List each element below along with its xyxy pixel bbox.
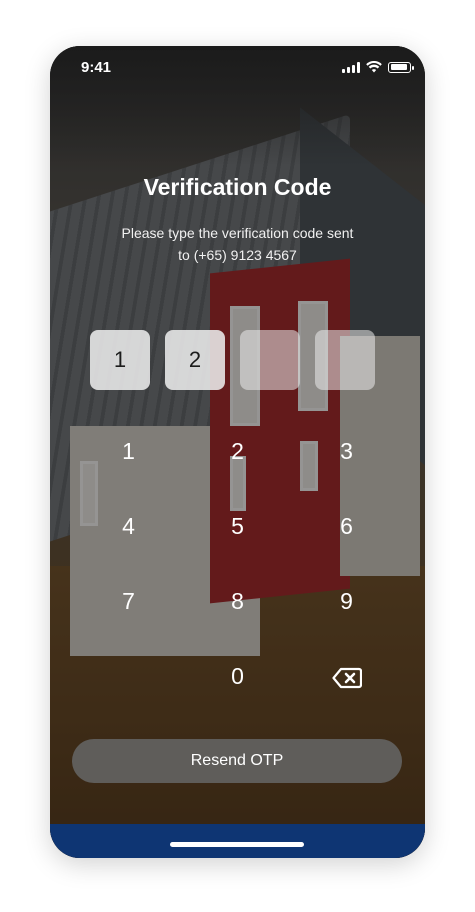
- otp-input-row: 1 2: [90, 330, 375, 390]
- key-2[interactable]: 2: [183, 426, 292, 501]
- otp-digit-2[interactable]: 2: [165, 330, 225, 390]
- page-subtitle: Please type the verification code sent t…: [90, 222, 385, 266]
- signal-icon: [342, 61, 360, 73]
- status-time: 9:41: [81, 59, 112, 76]
- key-blank: [74, 651, 183, 726]
- bottom-bar: [50, 824, 425, 858]
- status-bar: 9:41: [50, 46, 425, 90]
- status-icons: [342, 61, 414, 73]
- otp-digit-1[interactable]: 1: [90, 330, 150, 390]
- key-5[interactable]: 5: [183, 501, 292, 576]
- page-title: Verification Code: [143, 174, 332, 200]
- key-4[interactable]: 4: [74, 501, 183, 576]
- home-indicator[interactable]: [170, 842, 304, 847]
- backspace-icon: [331, 667, 362, 689]
- subtitle-line-1: Please type the verification code sent: [121, 225, 354, 241]
- resend-otp-button[interactable]: Resend OTP: [72, 739, 402, 783]
- key-0[interactable]: 0: [183, 651, 292, 726]
- key-3[interactable]: 3: [292, 426, 401, 501]
- otp-digit-4[interactable]: [315, 330, 375, 390]
- phone-frame: 9:41 Verification Code Please type the v…: [50, 46, 425, 858]
- key-9[interactable]: 9: [292, 576, 401, 651]
- key-backspace[interactable]: [292, 651, 401, 726]
- numeric-keypad: 1 2 3 4 5 6 7 8 9 0: [74, 426, 401, 726]
- battery-icon: [388, 61, 414, 73]
- wifi-icon: [366, 61, 382, 73]
- key-8[interactable]: 8: [183, 576, 292, 651]
- key-1[interactable]: 1: [74, 426, 183, 501]
- key-7[interactable]: 7: [74, 576, 183, 651]
- otp-digit-3[interactable]: [240, 330, 300, 390]
- key-6[interactable]: 6: [292, 501, 401, 576]
- subtitle-line-2: to (+65) 9123 4567: [178, 247, 297, 263]
